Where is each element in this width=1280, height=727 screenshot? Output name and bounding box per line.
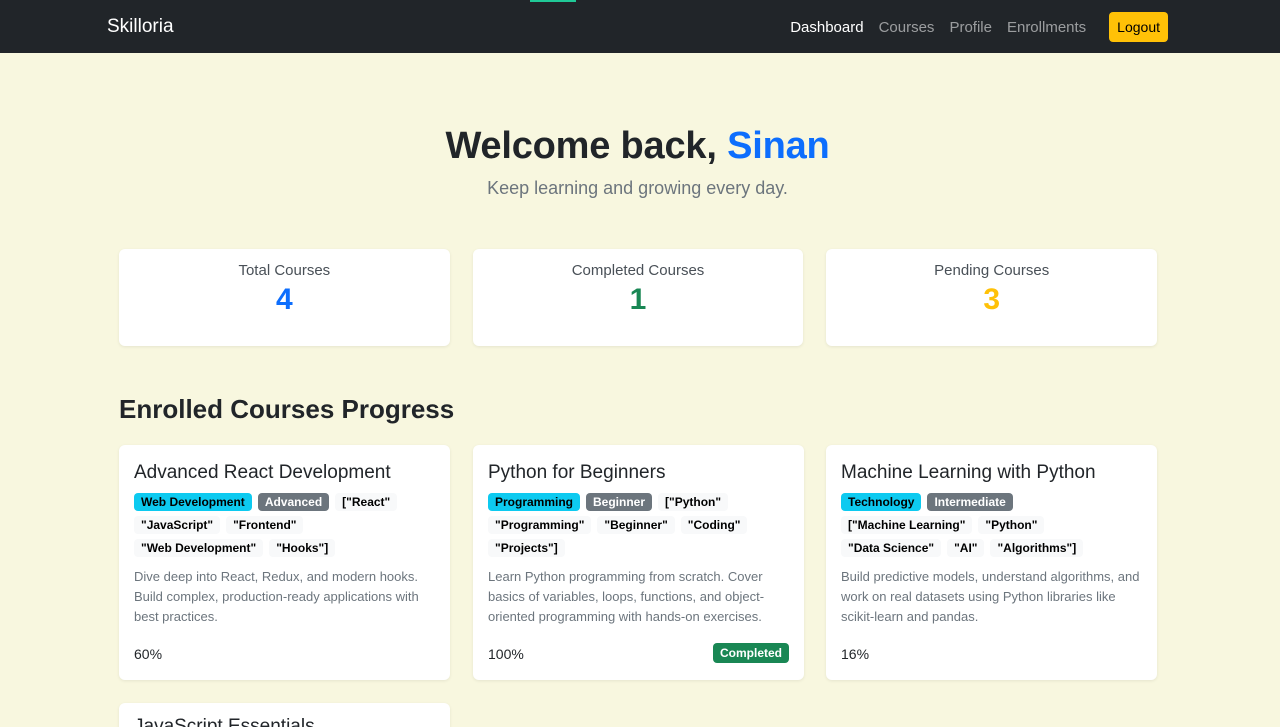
top-navbar: Skilloria Dashboard Courses Profile Enro…: [0, 0, 1280, 53]
welcome-greeting: Welcome back,: [445, 125, 728, 167]
stat-card-pending: Pending Courses 3: [826, 249, 1158, 346]
course-title[interactable]: JavaScript Essentials: [134, 716, 315, 727]
nav-link-enrollments[interactable]: Enrollments: [1007, 19, 1086, 36]
welcome-subtitle: Keep learning and growing every day.: [487, 178, 788, 198]
brand-logo[interactable]: Skilloria: [107, 16, 174, 38]
keyword-badge: "Python": [978, 516, 1045, 534]
course-progress: 60%: [134, 646, 163, 662]
course-title[interactable]: Python for Beginners: [488, 462, 789, 484]
course-progress: 16%: [841, 646, 870, 662]
course-description: Dive deep into React, Redux, and modern …: [134, 569, 419, 624]
nav-link-dashboard[interactable]: Dashboard: [790, 19, 863, 36]
nav-link-courses[interactable]: Courses: [879, 19, 935, 36]
stat-label: Completed Courses: [571, 262, 705, 279]
keyword-badge: "JavaScript": [134, 516, 221, 534]
keyword-badge: "Algorithms"]: [990, 539, 1084, 557]
stat-value: 4: [275, 283, 293, 316]
level-badge: Intermediate: [927, 493, 1013, 511]
keyword-badge: ["Machine Learning": [841, 516, 973, 534]
level-badge: Advanced: [257, 493, 330, 511]
keyword-badge: "Programming": [488, 516, 592, 534]
keyword-badge: ["Python": [658, 493, 729, 511]
keyword-badge: "Coding": [680, 516, 748, 534]
keyword-badge: ["React": [335, 493, 398, 511]
user-name: Sinan: [727, 125, 830, 167]
nav-link-profile[interactable]: Profile: [949, 19, 992, 36]
keyword-badge: "Beginner": [597, 516, 675, 534]
category-badge: Web Development: [134, 493, 252, 511]
course-description: Learn Python programming from scratch. C…: [488, 569, 765, 624]
stat-card-completed: Completed Courses 1: [472, 249, 804, 346]
welcome-hero: Welcome back, Sinan Keep learning and gr…: [0, 122, 1275, 199]
keyword-badge: "Web Development": [134, 539, 264, 557]
nav-accent-bar: [530, 0, 576, 2]
welcome-heading: Welcome back, Sinan: [0, 122, 1275, 170]
stat-value: 3: [983, 283, 1001, 316]
level-badge: Beginner: [586, 493, 653, 511]
keyword-badge: "Projects"]: [488, 539, 565, 557]
course-card[interactable]: Machine Learning with Python Technology …: [826, 445, 1157, 680]
keyword-badge: "Frontend": [226, 516, 304, 534]
completed-badge: Completed: [712, 643, 789, 663]
course-title[interactable]: Machine Learning with Python: [841, 462, 1142, 484]
course-title[interactable]: Advanced React Development: [134, 462, 435, 484]
stat-value: 1: [629, 283, 647, 316]
course-tags: Programming Beginner ["Python" "Programm…: [488, 493, 789, 557]
category-badge: Programming: [488, 493, 581, 511]
course-progress: 100%: [488, 646, 524, 662]
course-card[interactable]: Python for Beginners Programming Beginne…: [473, 445, 804, 680]
logout-button[interactable]: Logout: [1109, 12, 1168, 42]
stats-row: Total Courses 4 Completed Courses 1 Pend…: [119, 249, 1158, 346]
course-tags: Web Development Advanced ["React" "JavaS…: [134, 493, 435, 557]
keyword-badge: "Hooks"]: [269, 539, 336, 557]
stat-label: Total Courses: [238, 262, 331, 279]
course-card[interactable]: Advanced React Development Web Developme…: [119, 445, 450, 680]
course-description: Build predictive models, understand algo…: [841, 569, 1140, 624]
section-title: Enrolled Courses Progress: [119, 394, 455, 424]
stat-label: Pending Courses: [934, 262, 1050, 279]
stat-card-total: Total Courses 4: [119, 249, 450, 346]
keyword-badge: "Data Science": [841, 539, 942, 557]
nav-links: Dashboard Courses Profile Enrollments Lo…: [790, 12, 1168, 42]
category-badge: Technology: [841, 493, 922, 511]
course-tags: Technology Intermediate ["Machine Learni…: [841, 493, 1142, 557]
keyword-badge: "AI": [947, 539, 985, 557]
